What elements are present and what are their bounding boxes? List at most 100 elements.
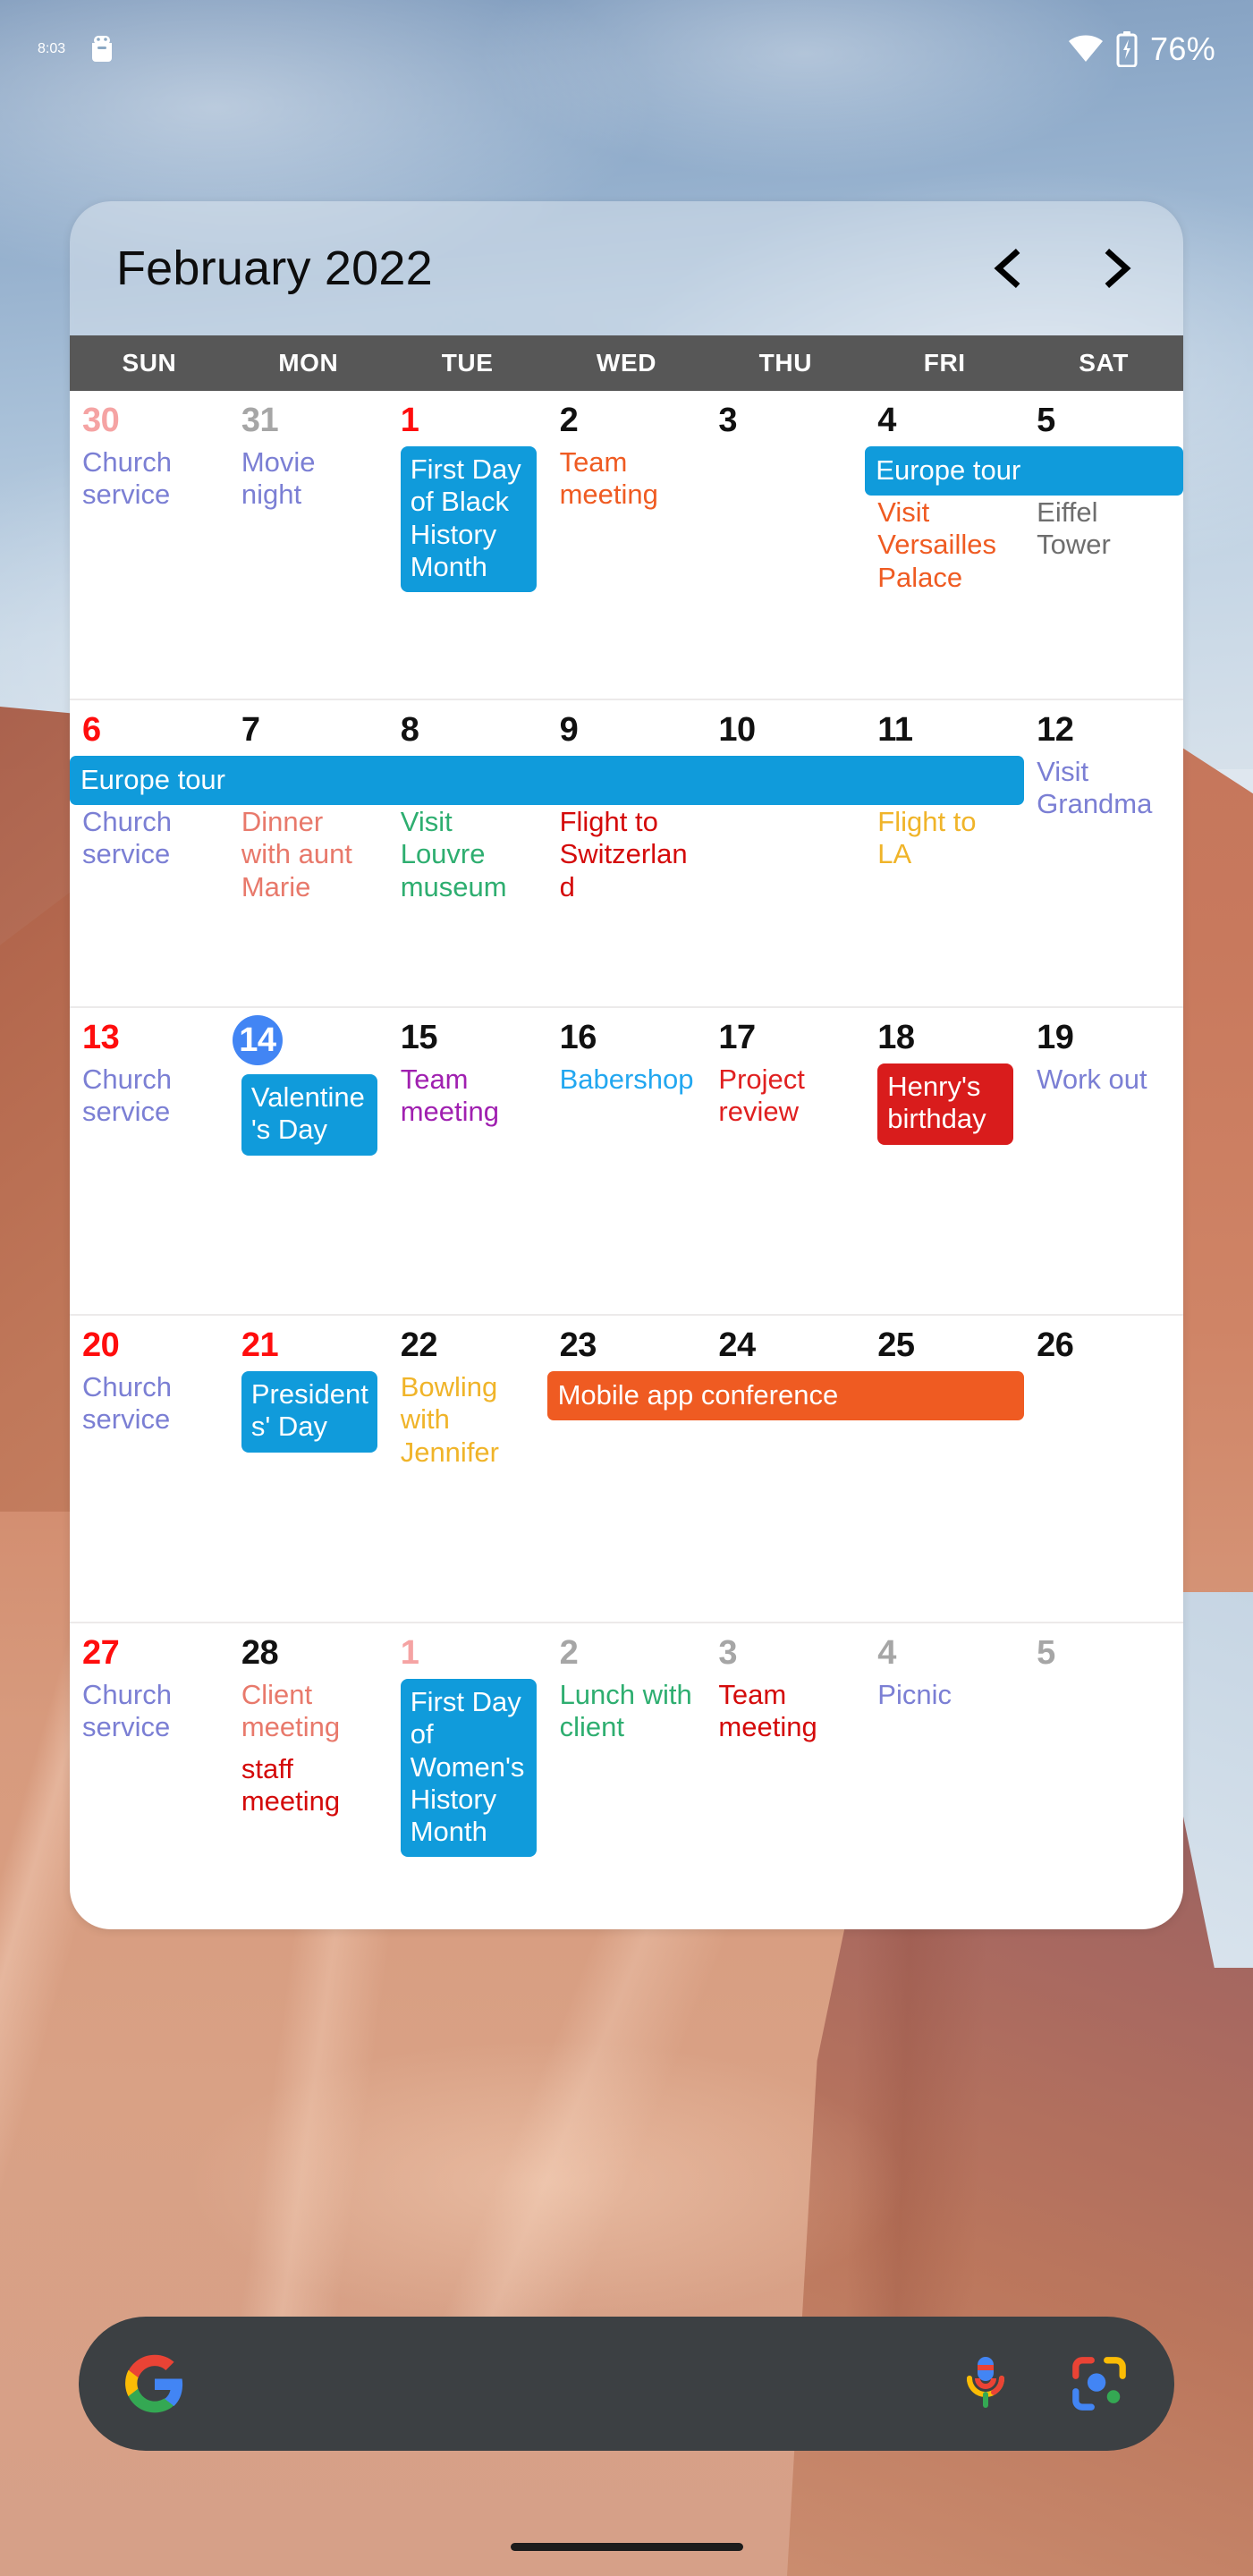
calendar-day-cell[interactable]: 2 Team meeting (547, 391, 707, 699)
day-events: Eiffel Tower (1037, 496, 1173, 562)
day-number: 9 (559, 711, 579, 749)
calendar-event-text[interactable]: Church service (82, 1371, 218, 1436)
calendar-event-text[interactable]: Work out (1037, 1063, 1173, 1096)
calendar-day-cell[interactable]: 18 Henry's birthday (865, 1008, 1024, 1314)
calendar-multiday-event-bar[interactable]: Europe tour (865, 446, 1183, 496)
day-number: 23 (559, 1326, 597, 1364)
day-events: Church service (82, 446, 218, 512)
calendar-multiday-event-bar[interactable]: Mobile app conference (546, 1371, 1025, 1420)
calendar-day-cell[interactable]: 9 Flight to Switzerland (547, 700, 707, 1006)
day-number: 12 (1037, 711, 1074, 749)
weekday-label-sun: SUN (122, 349, 177, 377)
calendar-event-text[interactable]: Flight to LA (877, 806, 1013, 871)
day-events: Visit Louvre museum (401, 806, 537, 903)
calendar-event-text[interactable]: Babershop (560, 1063, 696, 1096)
microphone-icon[interactable] (961, 2354, 1010, 2413)
day-number: 5 (1037, 402, 1055, 439)
battery-charging-icon (1116, 31, 1138, 67)
calendar-event-text[interactable]: Lunch with client (560, 1679, 696, 1744)
wifi-icon (1068, 35, 1104, 64)
calendar-event-text[interactable]: Visit Grandma (1037, 756, 1173, 821)
calendar-day-cell[interactable]: 14 Valentine's Day (229, 1008, 388, 1314)
calendar-day-cell[interactable]: 5 Eiffel Tower (1024, 391, 1183, 699)
calendar-day-cell[interactable]: 28 Client meeting staff meeting (229, 1623, 388, 1929)
calendar-event-text[interactable]: staff meeting (241, 1753, 377, 1818)
day-events: Lunch with client (560, 1679, 696, 1744)
calendar-event-text[interactable]: Project review (718, 1063, 854, 1129)
calendar-day-cell[interactable]: 19 Work out (1024, 1008, 1183, 1314)
prev-month-button[interactable] (988, 248, 1029, 289)
calendar-day-cell[interactable]: 16 Babershop (547, 1008, 707, 1314)
day-number: 8 (400, 711, 419, 749)
calendar-day-cell[interactable]: 1 First Day of Women's History Month (388, 1623, 547, 1929)
google-lens-icon[interactable] (1071, 2355, 1128, 2412)
status-bar-right: 76% (1068, 30, 1215, 68)
day-number: 30 (82, 402, 120, 439)
calendar-event-text[interactable]: Team meeting (401, 1063, 537, 1129)
calendar-event-chip[interactable]: Valentine's Day (241, 1074, 377, 1156)
day-events: Valentine's Day (241, 1074, 377, 1156)
calendar-event-text[interactable]: Picnic (877, 1679, 1013, 1711)
calendar-day-cell[interactable]: 30 Church service (70, 391, 229, 699)
calendar-day-cell[interactable]: 12 Visit Grandma (1024, 700, 1183, 1006)
calendar-event-chip[interactable]: Henry's birthday (877, 1063, 1014, 1145)
calendar-day-cell[interactable]: 24 (706, 1316, 865, 1622)
calendar-widget[interactable]: February 2022 SUN MON TUE WED THU FRI SA… (70, 201, 1183, 1929)
google-g-icon (125, 2354, 184, 2413)
day-number: 13 (82, 1019, 120, 1056)
google-search-bar[interactable] (79, 2317, 1174, 2451)
calendar-event-text[interactable]: Dinner with aunt Marie (241, 806, 377, 903)
next-month-button[interactable] (1096, 248, 1137, 289)
battery-percentage: 76% (1150, 30, 1215, 67)
day-events: Bowling with Jennifer (401, 1371, 537, 1469)
calendar-day-cell[interactable]: 31 Movie night (229, 391, 388, 699)
calendar-event-text[interactable]: Visit Louvre museum (401, 806, 537, 903)
calendar-day-cell[interactable]: 3 Team meeting (706, 1623, 865, 1929)
calendar-event-chip[interactable]: First Day of Black History Month (400, 446, 537, 593)
calendar-event-text[interactable]: Church service (82, 806, 218, 871)
calendar-day-cell[interactable]: 4 Visit Versailles Palace (865, 391, 1024, 699)
calendar-event-text[interactable]: Movie night (241, 446, 377, 512)
calendar-day-cell[interactable]: 26 (1024, 1316, 1183, 1622)
day-events: Church service (82, 806, 218, 871)
calendar-day-cell[interactable]: 6 Church service (70, 700, 229, 1006)
calendar-event-text[interactable]: Church service (82, 1679, 218, 1744)
calendar-day-cell[interactable]: 15 Team meeting (388, 1008, 547, 1314)
calendar-day-cell[interactable]: 20 Church service (70, 1316, 229, 1622)
calendar-week-row: 27 Church service 28 Client meeting staff me… (70, 1622, 1183, 1929)
calendar-event-text[interactable]: Bowling with Jennifer (401, 1371, 537, 1469)
calendar-day-cell[interactable]: 5 (1024, 1623, 1183, 1929)
status-bar: 8:03 76% (0, 0, 1253, 98)
calendar-day-cell[interactable]: 21 Presidents' Day (229, 1316, 388, 1622)
calendar-event-text[interactable]: Visit Versailles Palace (877, 496, 1013, 594)
calendar-day-cell[interactable]: 27 Church service (70, 1623, 229, 1929)
calendar-day-cell[interactable]: 2 Lunch with client (547, 1623, 707, 1929)
calendar-day-cell[interactable]: 1 First Day of Black History Month (388, 391, 547, 699)
calendar-multiday-event-bar[interactable]: Europe tour (70, 756, 1025, 805)
calendar-event-chip[interactable]: Presidents' Day (241, 1371, 377, 1453)
gesture-navigation-bar (510, 2543, 743, 2551)
calendar-event-chip[interactable]: First Day of Women's History Month (400, 1679, 537, 1858)
calendar-event-text[interactable]: Team meeting (718, 1679, 854, 1744)
calendar-day-cell[interactable]: 8 Visit Louvre museum (388, 700, 547, 1006)
weekday-label-wed: WED (596, 349, 657, 377)
calendar-day-cell[interactable]: 4 Picnic (865, 1623, 1024, 1929)
calendar-day-cell[interactable]: 10 (706, 700, 865, 1006)
calendar-day-cell[interactable]: 23 (547, 1316, 707, 1622)
calendar-event-text[interactable]: Client meeting (241, 1679, 377, 1744)
calendar-day-cell[interactable]: 7 Dinner with aunt Marie (229, 700, 388, 1006)
calendar-week-row: 30 Church service 31 Movie night 1 First Day … (70, 391, 1183, 699)
calendar-day-cell[interactable]: 3 (706, 391, 865, 699)
day-number: 1 (400, 1634, 419, 1672)
calendar-event-text[interactable]: Team meeting (560, 446, 696, 512)
calendar-day-cell[interactable]: 13 Church service (70, 1008, 229, 1314)
calendar-day-cell[interactable]: 17 Project review (706, 1008, 865, 1314)
calendar-event-text[interactable]: Church service (82, 446, 218, 512)
calendar-week-row: 13 Church service 14 Valentine's Day 15 Team … (70, 1006, 1183, 1314)
calendar-event-text[interactable]: Flight to Switzerland (560, 806, 696, 903)
calendar-event-text[interactable]: Eiffel Tower (1037, 496, 1173, 562)
calendar-day-cell[interactable]: 22 Bowling with Jennifer (388, 1316, 547, 1622)
calendar-day-cell[interactable]: 11 Flight to LA (865, 700, 1024, 1006)
calendar-day-cell[interactable]: 25 (865, 1316, 1024, 1622)
calendar-event-text[interactable]: Church service (82, 1063, 218, 1129)
